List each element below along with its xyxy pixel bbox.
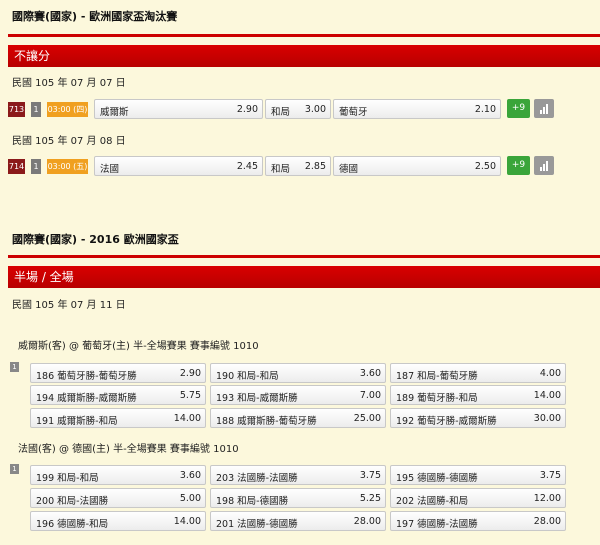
odds-value: 5.25 xyxy=(359,493,381,504)
stats-chart-icon[interactable] xyxy=(534,156,554,175)
option-label: 200 和局-法國勝 xyxy=(36,496,109,507)
section1-bar: 不讓分 xyxy=(8,45,600,67)
group-badge: 1 xyxy=(31,159,41,174)
match-header: 威爾斯(客) @ 葡萄牙(主) 半-全場賽果 賽事編號 1010 xyxy=(18,341,259,352)
match-date: 民國 105 年 07 月 08 日 xyxy=(12,136,126,147)
match-header: 法國(客) @ 德國(主) 半-全場賽果 賽事編號 1010 xyxy=(18,444,239,455)
odds-option-button[interactable]: 189 葡萄牙勝-和局 14.00 xyxy=(390,385,566,405)
odds-value: 2.85 xyxy=(304,161,326,172)
match-code: 714 xyxy=(8,159,25,174)
odds-value: 14.00 xyxy=(173,413,201,424)
team-label: 葡萄牙 xyxy=(339,107,368,118)
option-label: 189 葡萄牙勝-和局 xyxy=(396,393,478,404)
odds-value: 14.00 xyxy=(533,390,561,401)
odds-value: 25.00 xyxy=(353,413,381,424)
option-label: 188 威爾斯勝-葡萄牙勝 xyxy=(216,416,317,427)
group-badge: 1 xyxy=(10,362,19,372)
odds-option-button[interactable]: 200 和局-法國勝 5.00 xyxy=(30,488,206,508)
odds-value: 3.60 xyxy=(359,368,381,379)
kickoff-time: 03:00 (五) xyxy=(47,159,88,174)
option-label: 192 葡萄牙勝-威爾斯勝 xyxy=(396,416,497,427)
section-divider xyxy=(8,34,600,37)
odds-option-button[interactable]: 193 和局-威爾斯勝 7.00 xyxy=(210,385,386,405)
section2-title: 國際賽(國家) - 2016 歐洲國家盃 xyxy=(12,233,179,246)
match-date: 民國 105 年 07 月 07 日 xyxy=(12,78,126,89)
option-label: 187 和局-葡萄牙勝 xyxy=(396,371,478,382)
team-label: 威爾斯 xyxy=(100,107,129,118)
more-markets-button[interactable]: +9 xyxy=(507,156,530,175)
odds-value: 3.00 xyxy=(304,104,326,115)
option-label: 198 和局-德國勝 xyxy=(216,496,289,507)
odds-option-button[interactable]: 198 和局-德國勝 5.25 xyxy=(210,488,386,508)
draw-odds-button[interactable]: 和局 3.00 xyxy=(265,99,331,119)
team-label: 法國 xyxy=(100,164,120,175)
odds-option-button[interactable]: 196 德國勝-和局 14.00 xyxy=(30,511,206,531)
odds-option-button[interactable]: 187 和局-葡萄牙勝 4.00 xyxy=(390,363,566,383)
odds-value: 2.10 xyxy=(474,104,496,115)
option-label: 190 和局-和局 xyxy=(216,371,279,382)
match-date: 民國 105 年 07 月 11 日 xyxy=(12,300,126,311)
odds-option-button[interactable]: 186 葡萄牙勝-葡萄牙勝 2.90 xyxy=(30,363,206,383)
home-odds-button[interactable]: 法國 2.45 xyxy=(94,156,263,176)
option-label: 201 法國勝-德國勝 xyxy=(216,519,298,530)
odds-value: 30.00 xyxy=(533,413,561,424)
odds-value: 28.00 xyxy=(533,516,561,527)
odds-option-button[interactable]: 188 威爾斯勝-葡萄牙勝 25.00 xyxy=(210,408,386,428)
odds-value: 3.75 xyxy=(539,470,561,481)
draw-label: 和局 xyxy=(271,164,291,175)
odds-option-button[interactable]: 192 葡萄牙勝-威爾斯勝 30.00 xyxy=(390,408,566,428)
odds-value: 2.50 xyxy=(474,161,496,172)
odds-option-button[interactable]: 194 威爾斯勝-威爾斯勝 5.75 xyxy=(30,385,206,405)
odds-value: 28.00 xyxy=(353,516,381,527)
odds-option-button[interactable]: 199 和局-和局 3.60 xyxy=(30,465,206,485)
odds-value: 7.00 xyxy=(359,390,381,401)
group-badge: 1 xyxy=(31,102,41,117)
group-badge: 1 xyxy=(10,464,19,474)
option-label: 193 和局-威爾斯勝 xyxy=(216,393,298,404)
odds-option-button[interactable]: 201 法國勝-德國勝 28.00 xyxy=(210,511,386,531)
match-code: 713 xyxy=(8,102,25,117)
option-label: 202 法國勝-和局 xyxy=(396,496,469,507)
option-label: 194 威爾斯勝-威爾斯勝 xyxy=(36,393,137,404)
odds-option-button[interactable]: 195 德國勝-德國勝 3.75 xyxy=(390,465,566,485)
odds-option-button[interactable]: 197 德國勝-法國勝 28.00 xyxy=(390,511,566,531)
odds-value: 3.75 xyxy=(359,470,381,481)
section-divider xyxy=(8,255,600,258)
team-label: 德國 xyxy=(339,164,359,175)
kickoff-time: 03:00 (四) xyxy=(47,102,88,117)
odds-value: 5.00 xyxy=(179,493,201,504)
option-label: 203 法國勝-法國勝 xyxy=(216,473,298,484)
odds-option-button[interactable]: 203 法國勝-法國勝 3.75 xyxy=(210,465,386,485)
option-label: 186 葡萄牙勝-葡萄牙勝 xyxy=(36,371,137,382)
odds-value: 2.90 xyxy=(179,368,201,379)
odds-option-button[interactable]: 191 威爾斯勝-和局 14.00 xyxy=(30,408,206,428)
option-label: 196 德國勝-和局 xyxy=(36,519,109,530)
away-odds-button[interactable]: 德國 2.50 xyxy=(333,156,501,176)
home-odds-button[interactable]: 威爾斯 2.90 xyxy=(94,99,263,119)
odds-value: 2.45 xyxy=(236,161,258,172)
odds-value: 5.75 xyxy=(179,390,201,401)
odds-value: 14.00 xyxy=(173,516,201,527)
option-label: 195 德國勝-德國勝 xyxy=(396,473,478,484)
section2-bar: 半場 / 全場 xyxy=(8,266,600,288)
option-label: 199 和局-和局 xyxy=(36,473,99,484)
odds-option-button[interactable]: 202 法國勝-和局 12.00 xyxy=(390,488,566,508)
odds-value: 2.90 xyxy=(236,104,258,115)
stats-chart-icon[interactable] xyxy=(534,99,554,118)
more-markets-button[interactable]: +9 xyxy=(507,99,530,118)
away-odds-button[interactable]: 葡萄牙 2.10 xyxy=(333,99,501,119)
odds-option-button[interactable]: 190 和局-和局 3.60 xyxy=(210,363,386,383)
option-label: 197 德國勝-法國勝 xyxy=(396,519,478,530)
odds-value: 12.00 xyxy=(533,493,561,504)
odds-value: 3.60 xyxy=(179,470,201,481)
section1-title: 國際賽(國家) - 歐洲國家盃淘汰賽 xyxy=(12,10,178,23)
draw-label: 和局 xyxy=(271,107,291,118)
draw-odds-button[interactable]: 和局 2.85 xyxy=(265,156,331,176)
option-label: 191 威爾斯勝-和局 xyxy=(36,416,118,427)
odds-value: 4.00 xyxy=(539,368,561,379)
